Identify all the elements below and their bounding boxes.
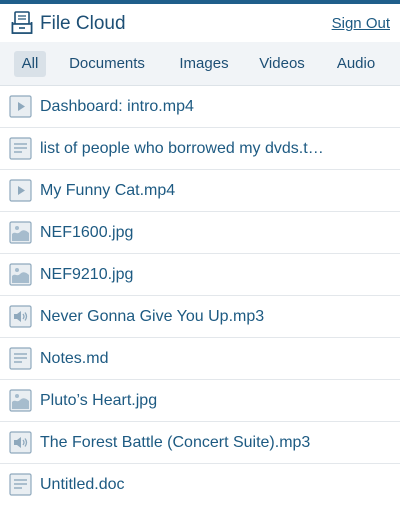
image-file-icon xyxy=(9,263,32,286)
filter-tab-bar: All Documents Images Videos Audio xyxy=(0,42,400,86)
image-file-icon xyxy=(9,389,32,412)
file-name: Untitled.doc xyxy=(40,476,125,493)
file-row[interactable]: My Funny Cat.mp4 xyxy=(0,170,400,212)
image-file-icon xyxy=(9,221,32,244)
file-name: list of people who borrowed my dvds.t… xyxy=(40,140,324,157)
file-list: Dashboard: intro.mp4 list of people who b… xyxy=(0,86,400,505)
tab-images[interactable]: Images xyxy=(172,51,236,77)
file-name: The Forest Battle (Concert Suite).mp3 xyxy=(40,434,311,451)
file-name: NEF9210.jpg xyxy=(40,266,134,283)
file-row[interactable]: list of people who borrowed my dvds.t… xyxy=(0,128,400,170)
file-row[interactable]: Dashboard: intro.mp4 xyxy=(0,86,400,128)
file-name: Dashboard: intro.mp4 xyxy=(40,98,194,115)
document-file-icon xyxy=(9,347,32,370)
file-row[interactable]: Never Gonna Give You Up.mp3 xyxy=(0,296,400,338)
file-name: Pluto’s Heart.jpg xyxy=(40,392,158,409)
audio-file-icon xyxy=(9,431,32,454)
app-title: File Cloud xyxy=(40,13,126,34)
file-row[interactable]: The Forest Battle (Concert Suite).mp3 xyxy=(0,422,400,464)
video-file-icon xyxy=(9,179,32,202)
tab-videos[interactable]: Videos xyxy=(252,51,312,77)
file-name: Never Gonna Give You Up.mp3 xyxy=(40,308,265,325)
file-row[interactable]: Notes.md xyxy=(0,338,400,380)
audio-file-icon xyxy=(9,305,32,328)
file-row[interactable]: Untitled.doc xyxy=(0,464,400,505)
tab-all[interactable]: All xyxy=(14,51,46,77)
file-row[interactable]: Pluto’s Heart.jpg xyxy=(0,380,400,422)
tab-documents[interactable]: Documents xyxy=(62,51,152,77)
file-row[interactable]: NEF1600.jpg xyxy=(0,212,400,254)
tab-audio[interactable]: Audio xyxy=(328,51,384,77)
document-file-icon xyxy=(9,137,32,160)
file-name: Notes.md xyxy=(40,350,109,367)
file-row[interactable]: NEF9210.jpg xyxy=(0,254,400,296)
video-file-icon xyxy=(9,95,32,118)
file-name: My Funny Cat.mp4 xyxy=(40,182,176,199)
app-header: File Cloud Sign Out xyxy=(0,4,400,42)
file-cabinet-icon xyxy=(11,11,33,35)
sign-out-link[interactable]: Sign Out xyxy=(332,15,390,33)
document-file-icon xyxy=(9,473,32,496)
file-name: NEF1600.jpg xyxy=(40,224,134,241)
